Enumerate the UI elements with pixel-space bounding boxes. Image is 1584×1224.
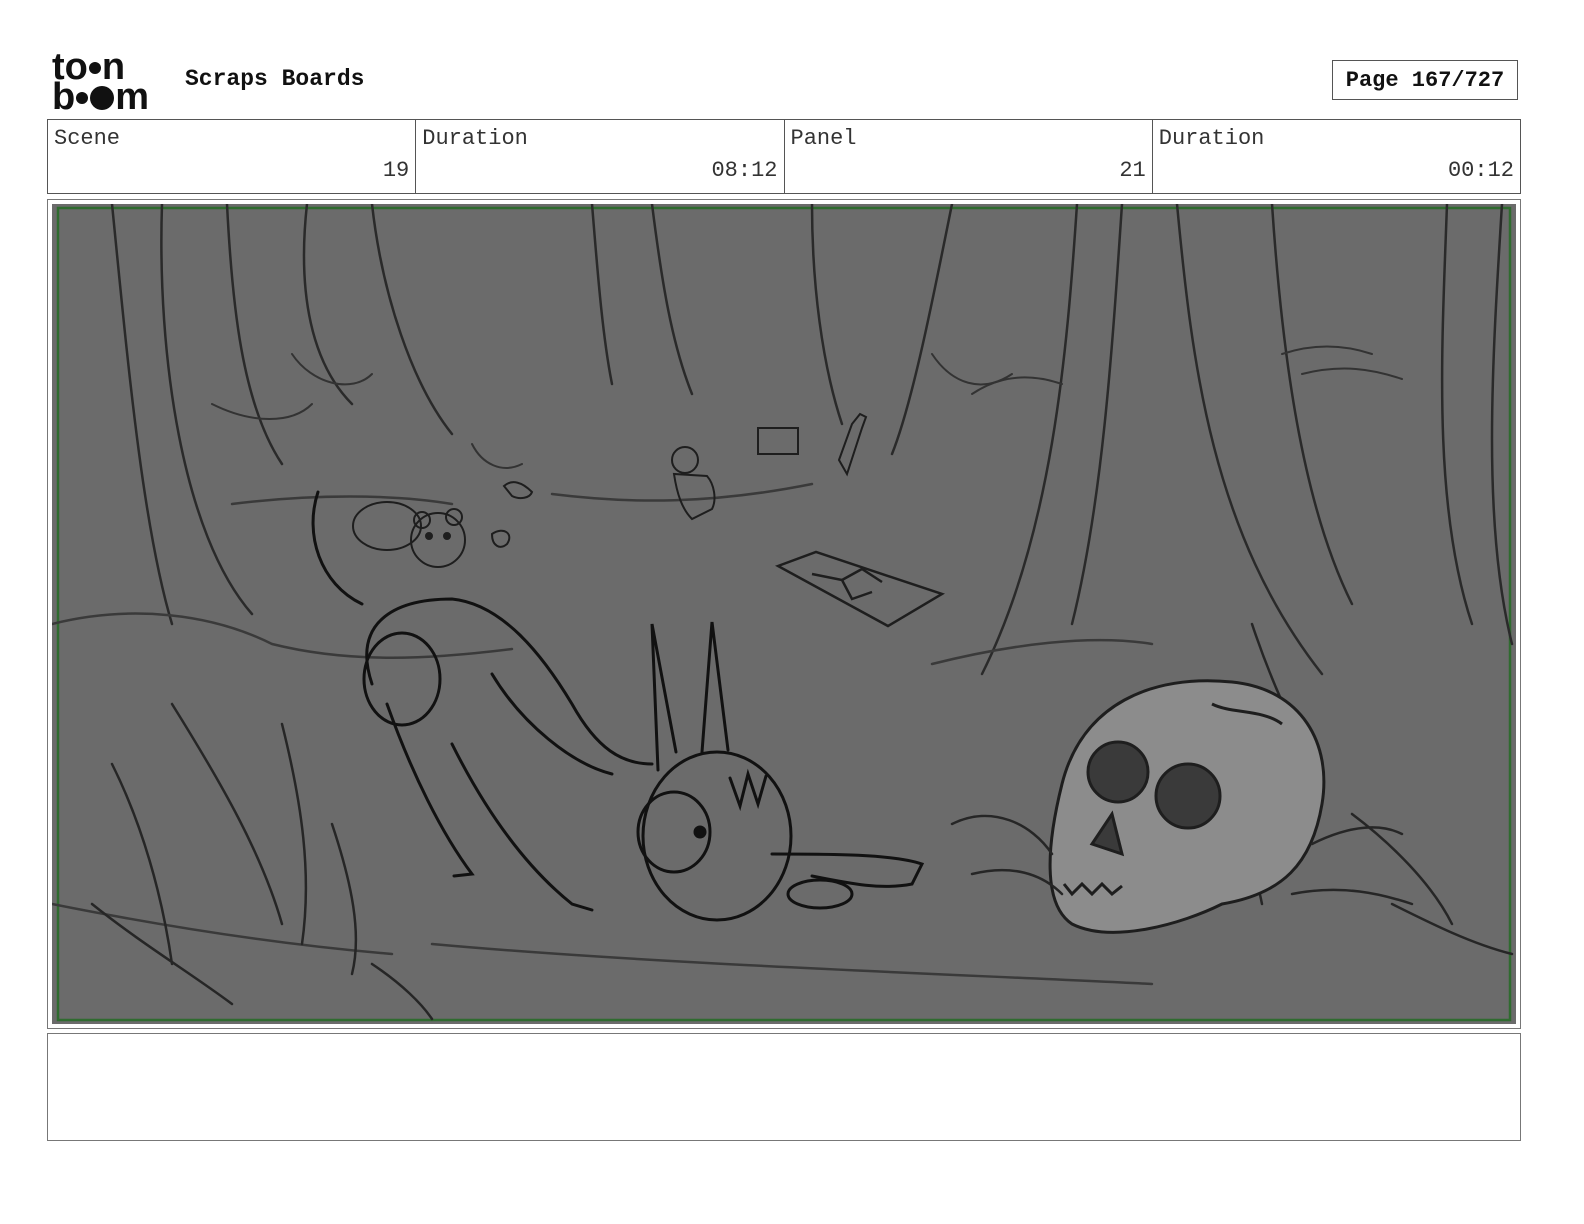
panel-duration-value: 00:12 bbox=[1447, 158, 1514, 183]
panel-cell: Panel 21 bbox=[785, 120, 1153, 193]
scene-label: Scene bbox=[54, 126, 121, 151]
panel-duration-cell: Duration 00:12 bbox=[1153, 120, 1520, 193]
panel-label: Panel bbox=[790, 126, 857, 151]
storyboard-panel bbox=[47, 199, 1521, 1029]
page-indicator: Page 167/727 bbox=[1332, 60, 1518, 100]
panel-sketch bbox=[52, 204, 1516, 1024]
panel-duration-label: Duration bbox=[1158, 126, 1265, 151]
panel-background bbox=[52, 204, 1516, 1024]
logo-dot bbox=[88, 62, 101, 74]
logo-row-bottom: b m bbox=[52, 76, 150, 118]
toonboom-logo: to n b m bbox=[52, 48, 164, 118]
logo-dot bbox=[76, 92, 89, 104]
scene-value: 19 bbox=[382, 158, 410, 183]
scene-info-table: Scene 19 Duration 08:12 Panel 21 Duratio… bbox=[47, 119, 1521, 194]
board-title: Scraps Boards bbox=[185, 66, 365, 92]
panel-value: 21 bbox=[1119, 158, 1146, 183]
logo-dot bbox=[90, 86, 115, 110]
scene-cell: Scene 19 bbox=[48, 120, 417, 193]
scene-duration-cell: Duration 08:12 bbox=[416, 120, 785, 193]
panel-notes-box bbox=[47, 1033, 1521, 1141]
logo-text-b: b bbox=[52, 76, 76, 118]
logo-text-m: m bbox=[115, 76, 150, 118]
scene-duration-value: 08:12 bbox=[711, 158, 778, 183]
scene-duration-label: Duration bbox=[422, 126, 528, 151]
